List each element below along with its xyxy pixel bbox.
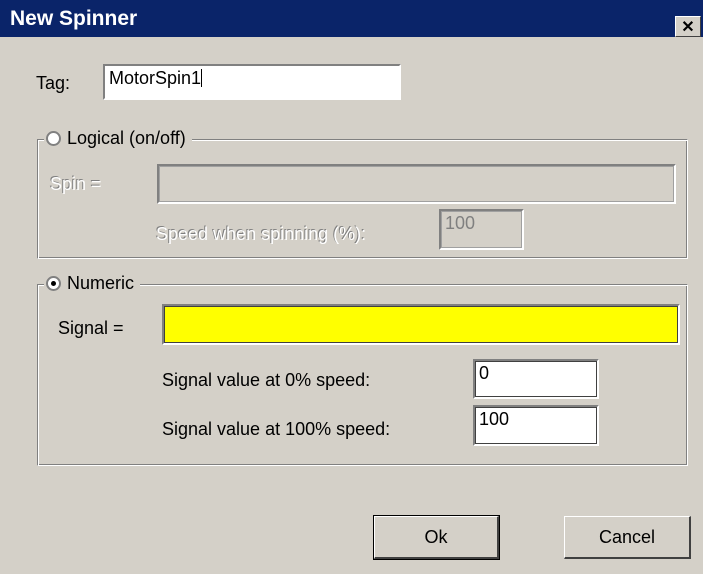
signal-label: Signal = [58,318,124,338]
close-button[interactable]: ✕ [675,16,701,37]
logical-legend-label: Logical (on/off) [67,128,186,148]
signal-input[interactable] [162,304,680,345]
spin-input [157,164,676,204]
zero-speed-input[interactable]: 0 [473,359,599,399]
hundred-speed-label: Signal value at 100% speed: [162,419,391,439]
ok-button[interactable]: Ok [373,515,500,560]
text-cursor [201,69,203,87]
speed-input-value: 100 [445,213,476,233]
numeric-radio[interactable] [46,275,61,291]
logical-legend: Logical (on/off) [44,127,192,149]
cancel-button-label: Cancel [598,526,656,547]
speed-input: 100 [439,209,524,250]
tag-input-value: MotorSpin1 [109,68,202,88]
speed-label: Speed when spinning (%): [156,224,367,244]
window-title: New Spinner [10,7,138,30]
zero-speed-value: 0 [479,363,490,383]
spin-label: Spin = [50,174,102,194]
hundred-speed-input[interactable]: 100 [473,405,599,446]
cancel-button[interactable]: Cancel [564,516,691,559]
numeric-legend: Numeric [44,272,141,294]
tag-input[interactable]: MotorSpin1 [103,64,401,100]
numeric-legend-label: Numeric [67,273,135,293]
hundred-speed-value: 100 [479,409,510,429]
tag-label: Tag: [36,73,71,93]
logical-radio[interactable] [46,130,61,146]
zero-speed-label: Signal value at 0% speed: [162,370,371,390]
close-icon: ✕ [681,18,695,36]
ok-button-label: Ok [424,526,448,547]
